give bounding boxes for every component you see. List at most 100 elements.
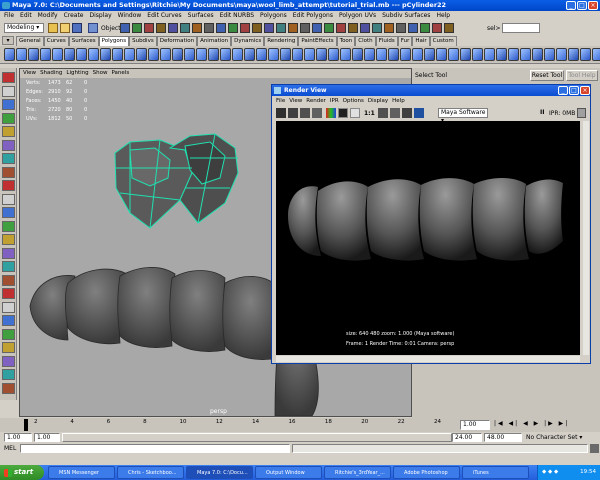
status-tool-icon[interactable]	[288, 23, 298, 33]
range-bar-handle[interactable]	[62, 433, 452, 442]
menu-file[interactable]: File	[4, 12, 14, 19]
viewport-menu-shading[interactable]: Shading	[40, 70, 62, 76]
status-tool-icon[interactable]	[336, 23, 346, 33]
minimize-button[interactable]: _	[566, 1, 576, 10]
snapshot-icon[interactable]	[312, 108, 322, 118]
toolbox-tool-icon[interactable]	[2, 274, 15, 286]
toolbox-tool-icon[interactable]	[2, 342, 15, 353]
render-view-minimize-button[interactable]: _	[558, 86, 568, 95]
taskbar-item[interactable]: Maya 7.0: C:\Docu...	[186, 466, 253, 479]
shelf-tool-icon[interactable]	[388, 48, 399, 61]
render-menu-render[interactable]: Render	[306, 98, 326, 104]
keep-image-icon[interactable]	[378, 108, 388, 118]
toolbox-tool-icon[interactable]	[2, 126, 15, 137]
render-menu-file[interactable]: File	[276, 98, 285, 104]
render-menu-ipr[interactable]: IPR	[330, 98, 339, 104]
toolbox-tool-icon[interactable]	[2, 180, 15, 191]
toolbox-tool-icon[interactable]	[2, 85, 15, 97]
render-view-title-bar[interactable]: Render View	[272, 85, 590, 96]
menu-create[interactable]: Create	[64, 12, 84, 19]
status-tool-icon[interactable]	[132, 23, 142, 33]
shelf-tool-icon[interactable]	[100, 48, 111, 61]
shelf-tab-deformation[interactable]: Deformation	[156, 36, 198, 46]
shelf-tab-fluids[interactable]: Fluids	[375, 36, 398, 46]
shelf-tool-icon[interactable]	[484, 48, 495, 61]
shelf-tool-icon[interactable]	[16, 48, 27, 61]
menu-edit-polygons[interactable]: Edit Polygons	[293, 12, 333, 19]
toolbox-tool-icon[interactable]	[2, 207, 15, 218]
shelf-tool-icon[interactable]	[448, 48, 459, 61]
toolbox-tool-icon[interactable]	[2, 315, 15, 326]
shelf-tab-custom[interactable]: Custom	[429, 36, 457, 46]
shelf-menu-icon[interactable]: ▾	[2, 36, 14, 45]
open-file-icon[interactable]	[60, 23, 70, 33]
render-menu-display[interactable]: Display	[368, 98, 388, 104]
renderer-dropdown[interactable]: Maya Software ▾	[438, 108, 488, 124]
status-tool-icon[interactable]	[216, 23, 226, 33]
shelf-tab-animation[interactable]: Animation	[197, 36, 232, 46]
render-menu-options[interactable]: Options	[343, 98, 364, 104]
status-tool-icon[interactable]	[384, 23, 394, 33]
menu-subdiv-surfaces[interactable]: Subdiv Surfaces	[382, 12, 430, 19]
start-time-field[interactable]: 1.00	[4, 433, 32, 442]
menu-modify[interactable]: Modify	[38, 12, 58, 19]
toolbox-tool-icon[interactable]	[2, 153, 15, 164]
status-tool-icon[interactable]	[372, 23, 382, 33]
close-button[interactable]: ×	[588, 1, 598, 10]
selection-mask-icon[interactable]	[88, 23, 98, 33]
shelf-tool-icon[interactable]	[136, 48, 147, 61]
shelf-tool-icon[interactable]	[412, 48, 423, 61]
menu-polygons[interactable]: Polygons	[260, 12, 287, 19]
folder-icon[interactable]	[48, 23, 58, 33]
shelf-tool-icon[interactable]	[508, 48, 519, 61]
sel-field[interactable]	[502, 23, 540, 33]
script-editor-icon[interactable]	[590, 444, 599, 453]
status-tool-icon[interactable]	[156, 23, 166, 33]
toolbox-tool-icon[interactable]	[2, 382, 15, 394]
shelf-tab-general[interactable]: General	[16, 36, 44, 46]
shelf-tool-icon[interactable]	[160, 48, 171, 61]
toolbox-tool-icon[interactable]	[2, 301, 15, 313]
mode-dropdown[interactable]: Modeling ▾	[4, 23, 44, 33]
taskbar-item[interactable]: MSN Messenger	[48, 466, 115, 479]
shelf-tab-painteffects[interactable]: PaintEffects	[298, 36, 337, 46]
render-vertical-scrollbar[interactable]	[583, 121, 589, 355]
shelf-tool-icon[interactable]	[268, 48, 279, 61]
rgb-channels-icon[interactable]	[326, 108, 336, 118]
end-time-field[interactable]: 48.00	[484, 433, 522, 442]
render-settings-icon[interactable]	[414, 108, 424, 118]
shelf-tool-icon[interactable]	[28, 48, 39, 61]
time-slider[interactable]: 124681012141618202224 1.00 |◀ ◀| ◀ ▶ |▶ …	[0, 418, 600, 432]
luminance-icon[interactable]	[350, 108, 360, 118]
pause-ipr-icon[interactable]: II	[540, 109, 544, 116]
status-tool-icon[interactable]	[228, 23, 238, 33]
shelf-tab-toon[interactable]: Toon	[336, 36, 356, 46]
toolbox-tool-icon[interactable]	[2, 355, 15, 367]
shelf-tool-icon[interactable]	[364, 48, 375, 61]
playback-start-field[interactable]: 1.00	[34, 433, 60, 442]
status-tool-icon[interactable]	[252, 23, 262, 33]
shelf-tool-icon[interactable]	[304, 48, 315, 61]
redo-render-icon[interactable]	[276, 108, 286, 118]
current-time-marker[interactable]	[24, 419, 28, 431]
shelf-tool-icon[interactable]	[376, 48, 387, 61]
toolbox-tool-icon[interactable]	[2, 166, 15, 178]
shelf-tool-icon[interactable]	[520, 48, 531, 61]
shelf-tool-icon[interactable]	[292, 48, 303, 61]
shelf-tab-rendering[interactable]: Rendering	[264, 36, 299, 46]
shelf-tab-fur[interactable]: Fur	[397, 36, 413, 46]
menu-polygon-uvs[interactable]: Polygon UVs	[339, 12, 376, 19]
shelf-tool-icon[interactable]	[52, 48, 63, 61]
shelf-tool-icon[interactable]	[232, 48, 243, 61]
shelf-tool-icon[interactable]	[184, 48, 195, 61]
command-input[interactable]	[20, 444, 290, 453]
render-horizontal-scrollbar[interactable]	[276, 356, 580, 362]
shelf-tool-icon[interactable]	[496, 48, 507, 61]
status-tool-icon[interactable]	[120, 23, 130, 33]
shelf-tab-hair[interactable]: Hair	[412, 36, 430, 46]
status-tool-icon[interactable]	[324, 23, 334, 33]
shelf-tab-cloth[interactable]: Cloth	[355, 36, 376, 46]
taskbar-item[interactable]: iTunes	[462, 466, 529, 479]
shelf-tool-icon[interactable]	[400, 48, 411, 61]
status-tool-icon[interactable]	[276, 23, 286, 33]
